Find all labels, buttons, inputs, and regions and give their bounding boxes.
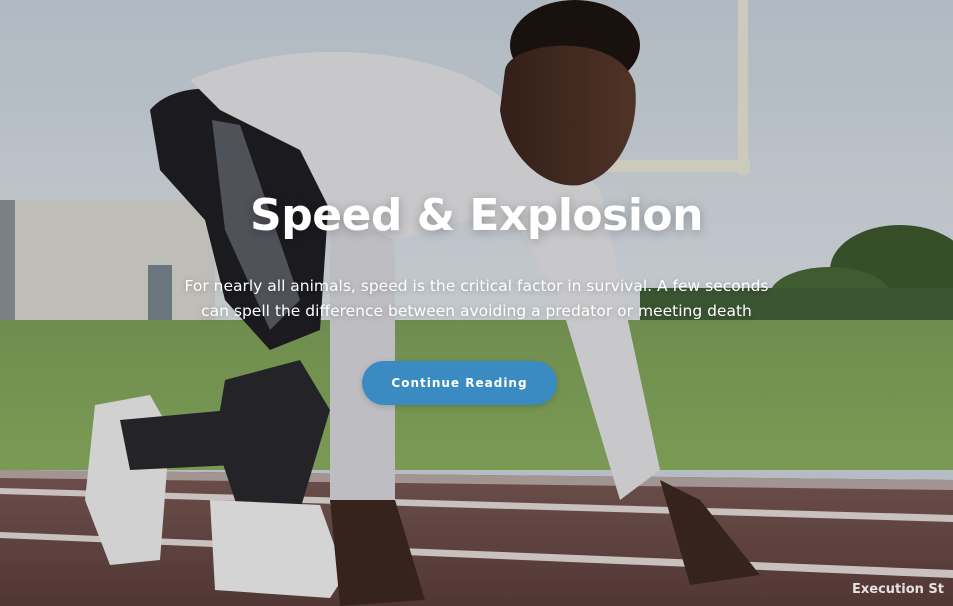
hero-title: Speed & Explosion xyxy=(250,190,703,241)
hero-content: Speed & Explosion For nearly all animals… xyxy=(0,0,953,606)
hero-section: Speed & Explosion For nearly all animals… xyxy=(0,0,953,606)
hero-subtitle: For nearly all animals, speed is the cri… xyxy=(184,277,769,320)
watermark-text: Execution St xyxy=(852,582,945,597)
continue-reading-button[interactable]: Continue Reading xyxy=(362,361,557,405)
